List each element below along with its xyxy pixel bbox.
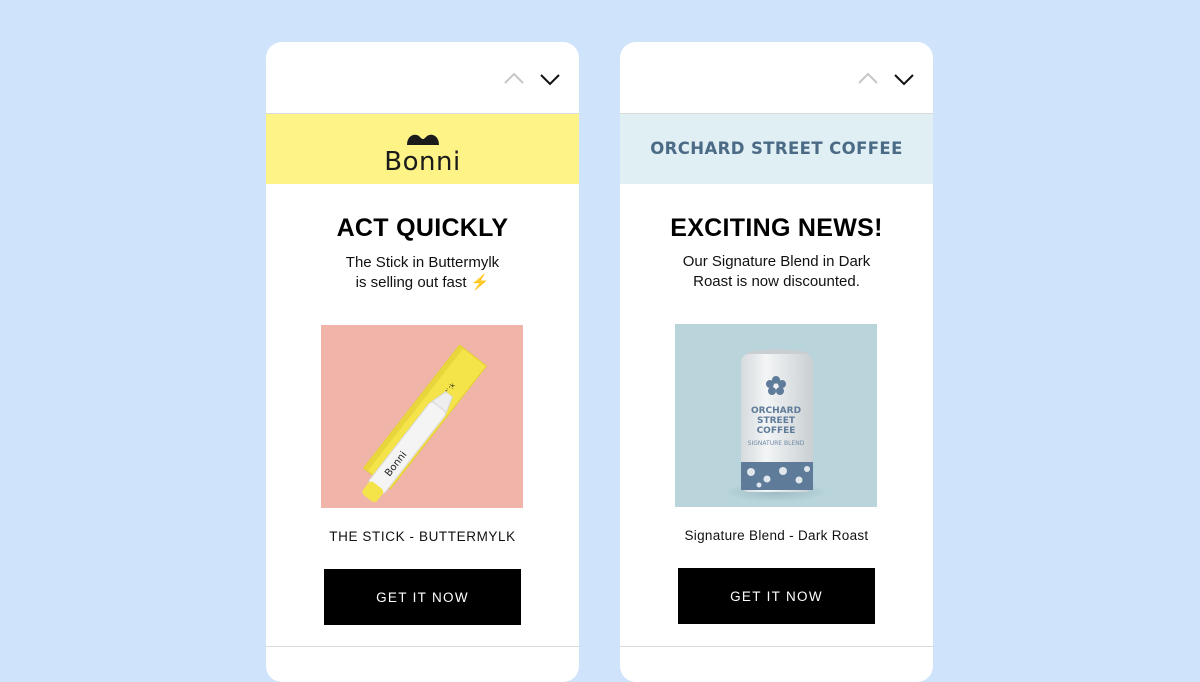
email-headline: EXCITING NEWS!: [670, 214, 883, 242]
can-line-3: COFFEE: [757, 426, 796, 436]
card-toolbar: [620, 42, 933, 114]
email-subtext: The Stick in Buttermylk is selling out f…: [306, 253, 539, 293]
email-preview-card-orchard: ORCHARD STREET COFFEE EXCITING NEWS! Our…: [620, 42, 933, 682]
brand-logo-text: Bonni: [384, 147, 461, 177]
can-sub-label: SIGNATURE BLEND: [748, 440, 805, 447]
brand-header: ORCHARD STREET COFFEE: [620, 114, 933, 184]
can-line-1: ORCHARD: [751, 406, 801, 416]
email-subtext: Our Signature Blend in Dark Roast is now…: [660, 252, 893, 292]
product-name: Signature Blend - Dark Roast: [684, 528, 869, 543]
can-line-2: STREET: [757, 416, 796, 426]
get-it-now-button[interactable]: GET IT NOW: [678, 568, 875, 624]
subtext-line-1: Our Signature Blend in Dark: [682, 253, 871, 270]
divider: [620, 646, 933, 647]
subtext-line-1: The Stick in Buttermylk: [345, 254, 500, 271]
card-toolbar: [266, 42, 579, 114]
get-it-now-button[interactable]: GET IT NOW: [324, 569, 521, 625]
bonni-logo-icon: [407, 132, 439, 145]
chevron-up-icon[interactable]: [502, 68, 526, 90]
chevron-up-icon[interactable]: [856, 68, 880, 90]
brand-logo-text: ORCHARD STREET COFFEE: [650, 139, 903, 158]
divider: [266, 646, 579, 647]
chevron-down-icon[interactable]: [892, 68, 916, 90]
chevron-down-icon[interactable]: [538, 68, 562, 90]
product-name: THE STICK - BUTTERMYLK: [329, 529, 516, 544]
email-preview-card-bonni: Bonni ACT QUICKLY The Stick in Buttermyl…: [266, 42, 579, 682]
email-headline: ACT QUICKLY: [336, 214, 509, 242]
subtext-line-2: Roast is now discounted.: [693, 273, 860, 290]
product-image: Bonni the stick Bonni: [321, 325, 523, 508]
subtext-line-2: is selling out fast: [355, 274, 467, 291]
lightning-icon: ⚡: [470, 274, 490, 291]
product-image: ORCHARD STREET COFFEE SIGNATURE BLEND: [675, 324, 877, 507]
brand-header: Bonni: [266, 114, 579, 184]
